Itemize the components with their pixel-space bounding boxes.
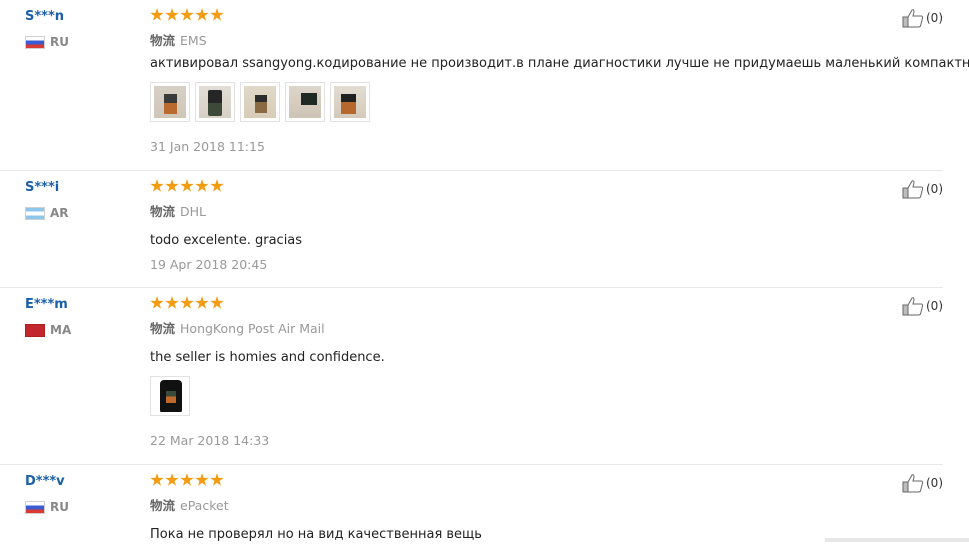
- like-button[interactable]: (0): [902, 179, 943, 199]
- star-icon: [165, 473, 179, 486]
- star-icon: [195, 8, 209, 21]
- flag-ar-icon: [25, 206, 45, 220]
- review-photo: [244, 86, 276, 118]
- like-button[interactable]: (0): [902, 296, 943, 316]
- star-icon: [150, 296, 164, 309]
- review-photo: [154, 86, 186, 118]
- review-text: Пока не проверял но на вид качественная …: [150, 527, 482, 542]
- star-icon: [210, 473, 224, 486]
- star-rating: [150, 179, 224, 193]
- review-item: S***n RU 物流 EMS активировал ssangyong.код…: [0, 0, 969, 171]
- review-photo: [334, 86, 366, 118]
- thumbs-up-icon: [902, 180, 924, 199]
- logistics-label: 物流: [150, 33, 176, 48]
- logistics-method: EMS: [180, 33, 207, 48]
- like-count: (0): [926, 182, 943, 196]
- star-icon: [150, 8, 164, 21]
- star-icon: [165, 8, 179, 21]
- star-icon: [195, 179, 209, 192]
- review-photo-thumb[interactable]: [195, 82, 235, 122]
- like-button[interactable]: (0): [902, 473, 943, 493]
- thumbs-up-icon: [902, 9, 924, 28]
- star-icon: [210, 179, 224, 192]
- country-code: RU: [50, 35, 69, 49]
- country-code: RU: [50, 500, 69, 514]
- star-icon: [165, 296, 179, 309]
- reviewer-country: RU: [25, 500, 69, 514]
- flag-ru-icon: [25, 35, 45, 49]
- logistics-method: HongKong Post Air Mail: [180, 321, 325, 336]
- review-photo-thumb[interactable]: [330, 82, 370, 122]
- star-icon: [195, 473, 209, 486]
- star-icon: [150, 179, 164, 192]
- reviewer-country: RU: [25, 35, 69, 49]
- review-photos: [150, 376, 190, 416]
- review-date: 22 Mar 2018 14:33: [150, 433, 270, 448]
- star-icon: [180, 179, 194, 192]
- star-rating: [150, 473, 224, 487]
- logistics-info: 物流 HongKong Post Air Mail: [150, 318, 325, 337]
- review-photo: [154, 380, 186, 412]
- review-text: todo excelente. gracias: [150, 233, 303, 248]
- star-icon: [180, 8, 194, 21]
- country-code: MA: [50, 323, 72, 337]
- logistics-label: 物流: [150, 498, 176, 513]
- review-date: 19 Apr 2018 20:45: [150, 257, 268, 272]
- flag-ru-icon: [25, 500, 45, 514]
- scrollbar[interactable]: [825, 538, 969, 542]
- logistics-info: 物流 EMS: [150, 30, 207, 49]
- star-rating: [150, 296, 224, 310]
- review-photo-thumb[interactable]: [240, 82, 280, 122]
- review-item: E***m MA 物流 HongKong Post Air Mail the se…: [0, 288, 943, 465]
- flag-ma-icon: [25, 323, 45, 337]
- review-item: S***i AR 物流 DHL todo excelente. gracias 1…: [0, 171, 943, 288]
- reviewer-name[interactable]: D***v: [25, 474, 65, 489]
- star-icon: [150, 473, 164, 486]
- reviewer-country: MA: [25, 323, 71, 337]
- star-icon: [165, 179, 179, 192]
- reviewer-name[interactable]: S***n: [25, 9, 64, 24]
- review-text: активировал ssangyong.кодирование не про…: [150, 56, 969, 71]
- logistics-label: 物流: [150, 204, 176, 219]
- like-button[interactable]: (0): [902, 8, 943, 28]
- reviewer-name[interactable]: S***i: [25, 180, 59, 195]
- logistics-info: 物流 ePacket: [150, 495, 229, 514]
- star-icon: [180, 296, 194, 309]
- like-count: (0): [926, 11, 943, 25]
- country-code: AR: [50, 206, 69, 220]
- thumbs-up-icon: [902, 297, 924, 316]
- star-rating: [150, 8, 224, 22]
- star-icon: [180, 473, 194, 486]
- logistics-method: ePacket: [180, 498, 229, 513]
- reviewer-country: AR: [25, 206, 69, 220]
- like-count: (0): [926, 476, 943, 490]
- reviewer-name[interactable]: E***m: [25, 297, 68, 312]
- review-photo: [289, 86, 321, 118]
- logistics-info: 物流 DHL: [150, 201, 206, 220]
- review-photo: [199, 86, 231, 118]
- logistics-method: DHL: [180, 204, 207, 219]
- review-date: 31 Jan 2018 11:15: [150, 139, 265, 154]
- review-photo-thumb[interactable]: [150, 376, 190, 416]
- review-text: the seller is homies and confidence.: [150, 350, 385, 365]
- star-icon: [210, 8, 224, 21]
- thumbs-up-icon: [902, 474, 924, 493]
- like-count: (0): [926, 299, 943, 313]
- star-icon: [210, 296, 224, 309]
- review-photo-thumb[interactable]: [150, 82, 190, 122]
- logistics-label: 物流: [150, 321, 176, 336]
- star-icon: [195, 296, 209, 309]
- review-photos: [150, 82, 370, 122]
- review-photo-thumb[interactable]: [285, 82, 325, 122]
